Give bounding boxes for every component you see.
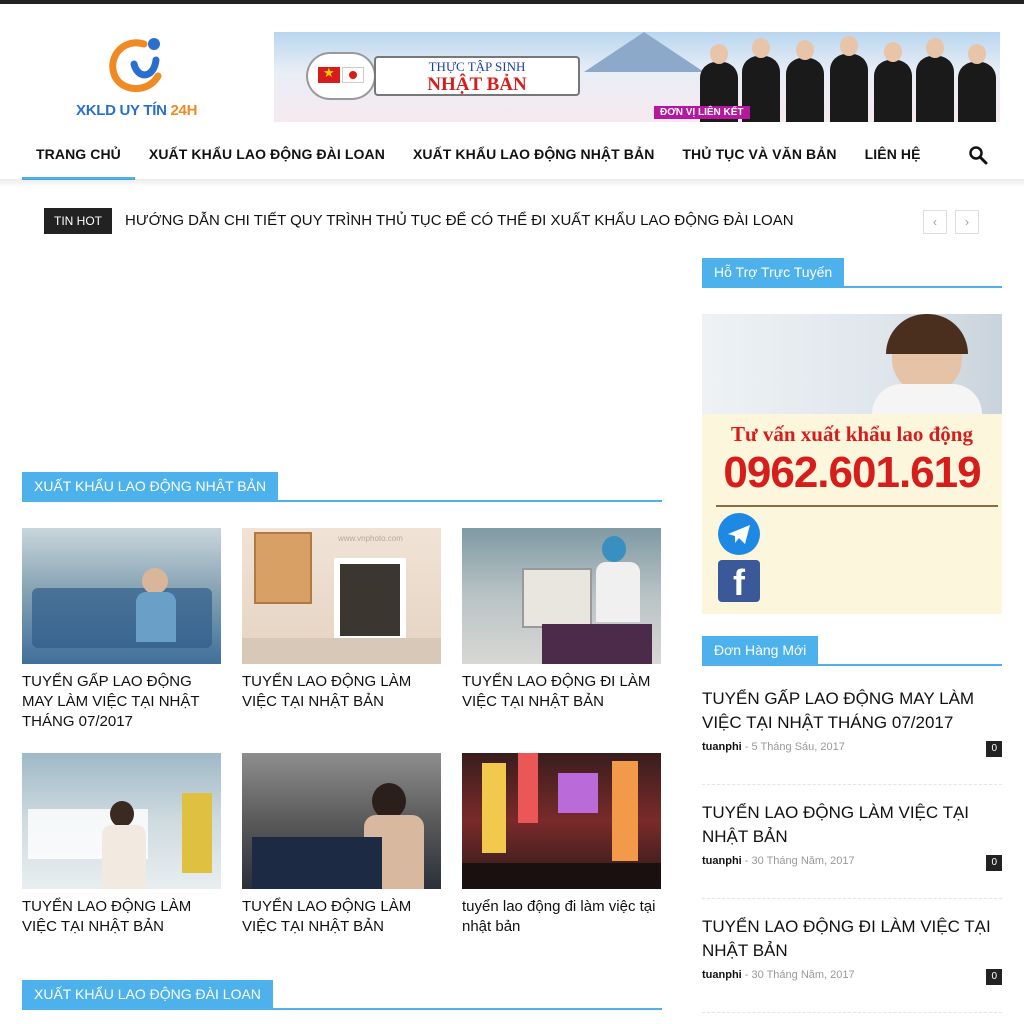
support-slogan: Tư vấn xuất khẩu lao động: [731, 422, 973, 446]
logo-mark-icon: [109, 38, 162, 92]
widget-title-orders: Đơn Hàng Mới: [702, 636, 819, 664]
order-separator: [702, 1012, 1002, 1013]
banner-line1: THỰC TẬP SINH: [428, 59, 526, 74]
post-card[interactable]: www.vnphoto.com TUYỂN LAO ĐỘNG LÀM VIỆC …: [242, 528, 441, 712]
order-author[interactable]: tuanphi: [702, 969, 742, 981]
section-header-japan: XUẤT KHẨU LAO ĐỘNG NHẬT BẢN: [22, 472, 662, 502]
order-title[interactable]: TUYỂN LAO ĐỘNG LÀM VIỆC TẠI NHẬT BẢN: [702, 801, 1002, 849]
header-banner[interactable]: THỰC TẬP SINH NHẬT BẢN ĐƠN VỊ LIÊN KẾT: [274, 32, 1000, 122]
post-title[interactable]: TUYỂN GẤP LAO ĐỘNG MAY LÀM VIỆC TẠI NHẬT…: [22, 672, 221, 732]
ticker-label: TIN HOT: [44, 208, 112, 234]
japan-flag-icon: [342, 67, 364, 83]
main-nav: TRANG CHỦ XUẤT KHẨU LAO ĐỘNG ĐÀI LOAN XU…: [22, 132, 935, 180]
order-item[interactable]: TUYỂN LAO ĐỘNG LÀM VIỆC TẠI NHẬT BẢN tua…: [702, 801, 1002, 873]
post-title[interactable]: TUYỂN LAO ĐỘNG LÀM VIỆC TẠI NHẬT BẢN: [242, 672, 441, 712]
thumb-watermark: www.vnphoto.com: [338, 534, 403, 543]
post-thumbnail[interactable]: www.vnphoto.com: [242, 528, 441, 664]
nav-item-procedures[interactable]: THỦ TỤC VÀ VĂN BẢN: [668, 132, 850, 180]
post-card[interactable]: TUYỂN LAO ĐỘNG ĐI LÀM VIỆC TẠI NHẬT BẢN: [462, 528, 661, 712]
widget-header-support: Hỗ Trợ Trực Tuyến: [702, 258, 1002, 288]
order-meta: tuanphi - 5 Tháng Sáu, 2017 0: [702, 741, 1002, 759]
nav-item-home[interactable]: TRANG CHỦ: [22, 132, 135, 180]
banner-title-box: THỰC TẬP SINH NHẬT BẢN: [374, 56, 580, 96]
comment-count[interactable]: 0: [986, 969, 1002, 985]
logo-text: XKLD UY TÍN 24H: [76, 102, 198, 119]
nav-item-contact[interactable]: LIÊN HỆ: [851, 132, 935, 180]
order-date: 5 Tháng Sáu, 2017: [751, 741, 845, 753]
post-thumbnail[interactable]: [462, 753, 661, 889]
post-card[interactable]: tuyển lao động đi làm việc tại nhật bản: [462, 753, 661, 937]
order-separator: [702, 784, 1002, 785]
ticker-next-button[interactable]: ›: [955, 210, 979, 234]
order-date: 30 Tháng Năm, 2017: [751, 969, 855, 981]
site-logo[interactable]: XKLD UY TÍN 24H: [76, 34, 198, 124]
order-item[interactable]: TUYỂN LAO ĐỘNG ĐI LÀM VIỆC TẠI NHẬT BẢN …: [702, 915, 1002, 987]
section-header-taiwan: XUẤT KHẨU LAO ĐỘNG ĐÀI LOAN: [22, 980, 662, 1010]
nav-item-taiwan[interactable]: XUẤT KHẨU LAO ĐỘNG ĐÀI LOAN: [135, 132, 399, 180]
search-icon[interactable]: [968, 145, 988, 165]
widget-title-support: Hỗ Trợ Trực Tuyến: [702, 258, 845, 286]
comment-count[interactable]: 0: [986, 741, 1002, 757]
post-thumbnail[interactable]: [462, 528, 661, 664]
widget-header-orders: Đơn Hàng Mới: [702, 636, 1002, 666]
order-date: 30 Tháng Năm, 2017: [751, 855, 855, 867]
support-divider: [716, 505, 998, 507]
section-title-taiwan[interactable]: XUẤT KHẨU LAO ĐỘNG ĐÀI LOAN: [22, 980, 273, 1008]
order-title[interactable]: TUYỂN GẤP LAO ĐỘNG MAY LÀM VIỆC TẠI NHẬT…: [702, 687, 1002, 735]
order-meta: tuanphi - 30 Tháng Năm, 2017 0: [702, 969, 1002, 987]
order-author[interactable]: tuanphi: [702, 855, 742, 867]
post-title[interactable]: TUYỂN LAO ĐỘNG LÀM VIỆC TẠI NHẬT BẢN: [242, 897, 441, 937]
nav-shadow: [0, 179, 1024, 187]
post-card[interactable]: TUYỂN LAO ĐỘNG LÀM VIỆC TẠI NHẬT BẢN: [242, 753, 441, 937]
banner-line2: NHẬT BẢN: [427, 74, 527, 95]
order-author[interactable]: tuanphi: [702, 741, 742, 753]
flags-badge: [308, 54, 374, 98]
vietnam-flag-icon: [318, 65, 340, 83]
post-title[interactable]: tuyển lao động đi làm việc tại nhật bản: [462, 897, 661, 937]
post-card[interactable]: TUYỂN LAO ĐỘNG LÀM VIỆC TẠI NHẬT BẢN: [22, 753, 221, 937]
support-phone[interactable]: 0962.601.619: [702, 448, 1002, 498]
post-card[interactable]: TUYỂN GẤP LAO ĐỘNG MAY LÀM VIỆC TẠI NHẬT…: [22, 528, 221, 732]
facebook-icon[interactable]: f: [718, 560, 760, 603]
order-meta: tuanphi - 30 Tháng Năm, 2017 0: [702, 855, 1002, 873]
top-bar: [0, 0, 1024, 4]
order-separator: [702, 898, 1002, 899]
banner-tag: ĐƠN VỊ LIÊN KẾT: [654, 106, 750, 119]
support-agent-photo: [702, 314, 1002, 414]
post-title[interactable]: TUYỂN LAO ĐỘNG LÀM VIỆC TẠI NHẬT BẢN: [22, 897, 221, 937]
comment-count[interactable]: 0: [986, 855, 1002, 871]
order-title[interactable]: TUYỂN LAO ĐỘNG ĐI LÀM VIỆC TẠI NHẬT BẢN: [702, 915, 1002, 963]
order-item[interactable]: TUYỂN GẤP LAO ĐỘNG MAY LÀM VIỆC TẠI NHẬT…: [702, 687, 1002, 759]
mail-icon[interactable]: [718, 513, 760, 555]
section-title-japan[interactable]: XUẤT KHẨU LAO ĐỘNG NHẬT BẢN: [22, 472, 279, 500]
support-widget-image[interactable]: Tư vấn xuất khẩu lao động 0962.601.619 f: [702, 314, 1002, 614]
post-title[interactable]: TUYỂN LAO ĐỘNG ĐI LÀM VIỆC TẠI NHẬT BẢN: [462, 672, 661, 712]
post-thumbnail[interactable]: [22, 753, 221, 889]
ticker-prev-button[interactable]: ‹: [923, 210, 947, 234]
post-thumbnail[interactable]: [242, 753, 441, 889]
mountain-graphic: [584, 32, 704, 72]
ticker-headline[interactable]: HƯỚNG DẪN CHI TIẾT QUY TRÌNH THỦ TỤC ĐỂ …: [125, 208, 794, 234]
nav-item-japan[interactable]: XUẤT KHẨU LAO ĐỘNG NHẬT BẢN: [399, 132, 668, 180]
post-thumbnail[interactable]: [22, 528, 221, 664]
